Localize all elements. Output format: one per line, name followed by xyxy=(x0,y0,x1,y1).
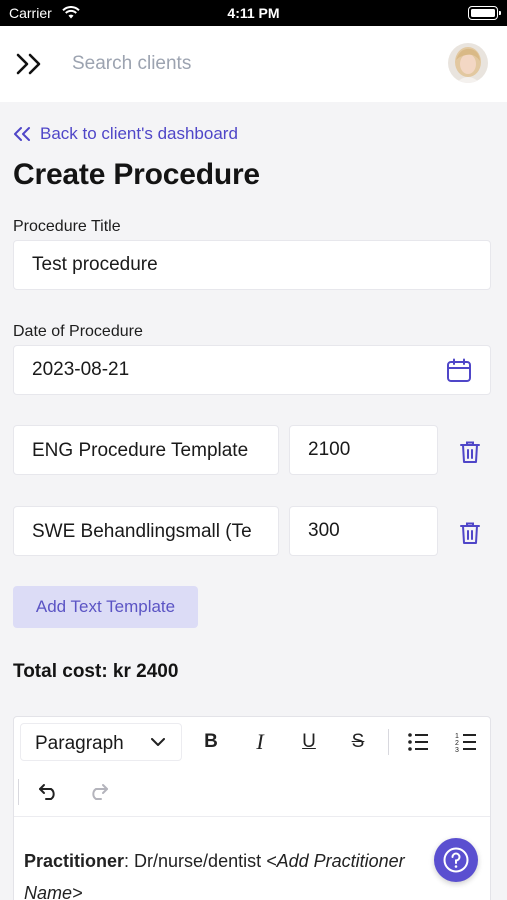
practitioner-placeholder-cont: Name> xyxy=(24,883,83,900)
back-link-label: Back to client's dashboard xyxy=(40,124,238,143)
underline-button[interactable]: U xyxy=(294,727,324,757)
practitioner-label: Practitioner xyxy=(24,851,125,871)
avatar[interactable] xyxy=(448,43,488,83)
procedure-title-label: Procedure Title xyxy=(13,218,121,235)
rich-text-editor: Paragraph B I U S 1 2 3 Practitioner: Dr… xyxy=(13,716,491,900)
strikethrough-button[interactable]: S xyxy=(343,727,373,757)
add-text-template-button[interactable]: Add Text Template xyxy=(13,586,198,628)
double-chevron-left-icon xyxy=(14,127,30,141)
procedure-date-field-box xyxy=(13,345,491,395)
toolbar-divider xyxy=(18,779,19,805)
editor-content[interactable]: Practitioner: Dr/nurse/dentist <Add Prac… xyxy=(24,845,464,900)
trash-icon[interactable] xyxy=(459,521,481,545)
undo-icon xyxy=(39,784,55,800)
search-input[interactable] xyxy=(62,46,362,82)
template-price-input-2[interactable] xyxy=(290,507,437,555)
template-price-input-1[interactable] xyxy=(290,426,437,474)
practitioner-placeholder: <Add Practitioner xyxy=(266,851,405,871)
block-type-label: Paragraph xyxy=(35,733,124,754)
editor-line: Name> xyxy=(24,877,464,900)
numbered-list-button[interactable]: 1 2 3 xyxy=(451,727,481,757)
trash-icon[interactable] xyxy=(459,440,481,464)
calendar-icon[interactable] xyxy=(446,358,472,384)
template-select-2[interactable]: SWE Behandlingsmall (Te xyxy=(13,506,279,556)
template-price-box-2 xyxy=(289,506,438,556)
procedure-date-input[interactable] xyxy=(14,346,490,394)
procedure-title-field-box xyxy=(13,240,491,290)
strikethrough-icon: S xyxy=(351,731,365,752)
page-title: Create Procedure xyxy=(13,158,260,191)
practitioner-text: : Dr/nurse/dentist xyxy=(124,851,267,871)
double-chevron-right-icon[interactable] xyxy=(14,50,46,78)
editor-toolbar-history xyxy=(14,767,490,817)
bullet-list-button[interactable] xyxy=(403,727,433,757)
bold-icon: B xyxy=(204,731,218,752)
template-select-1[interactable]: ENG Procedure Template xyxy=(13,425,279,475)
svg-text:2: 2 xyxy=(455,740,459,747)
redo-icon xyxy=(92,784,108,800)
underline-icon: U xyxy=(302,731,316,752)
help-button[interactable] xyxy=(434,838,478,882)
avatar-image xyxy=(448,43,488,83)
back-to-dashboard-link[interactable]: Back to client's dashboard xyxy=(13,124,238,144)
italic-button[interactable]: I xyxy=(245,727,275,757)
app-header xyxy=(0,26,507,102)
template-name-1: ENG Procedure Template xyxy=(32,440,249,461)
block-type-select[interactable]: Paragraph xyxy=(20,723,182,761)
italic-icon: I xyxy=(256,729,264,754)
bold-button[interactable]: B xyxy=(196,727,226,757)
svg-text:1: 1 xyxy=(455,733,459,740)
redo-button[interactable] xyxy=(83,777,113,807)
svg-text:3: 3 xyxy=(455,747,459,753)
status-bar: Carrier 4:11 PM xyxy=(0,0,507,26)
chevron-down-icon xyxy=(151,738,165,746)
template-name-2: SWE Behandlingsmall (Te xyxy=(32,521,252,542)
toolbar-divider xyxy=(388,729,389,755)
editor-line: Practitioner: Dr/nurse/dentist <Add Prac… xyxy=(24,845,464,877)
procedure-date-label: Date of Procedure xyxy=(13,323,143,340)
bullet-list-icon xyxy=(408,733,428,751)
editor-toolbar: Paragraph B I U S 1 2 3 xyxy=(14,717,490,767)
numbered-list-icon: 1 2 3 xyxy=(455,733,476,753)
battery-icon xyxy=(468,6,501,20)
question-mark-icon xyxy=(443,847,469,873)
status-time: 4:11 PM xyxy=(227,5,280,21)
undo-button[interactable] xyxy=(34,777,64,807)
total-cost: Total cost: kr 2400 xyxy=(13,661,179,682)
procedure-title-input[interactable] xyxy=(14,241,490,289)
template-price-box-1 xyxy=(289,425,438,475)
